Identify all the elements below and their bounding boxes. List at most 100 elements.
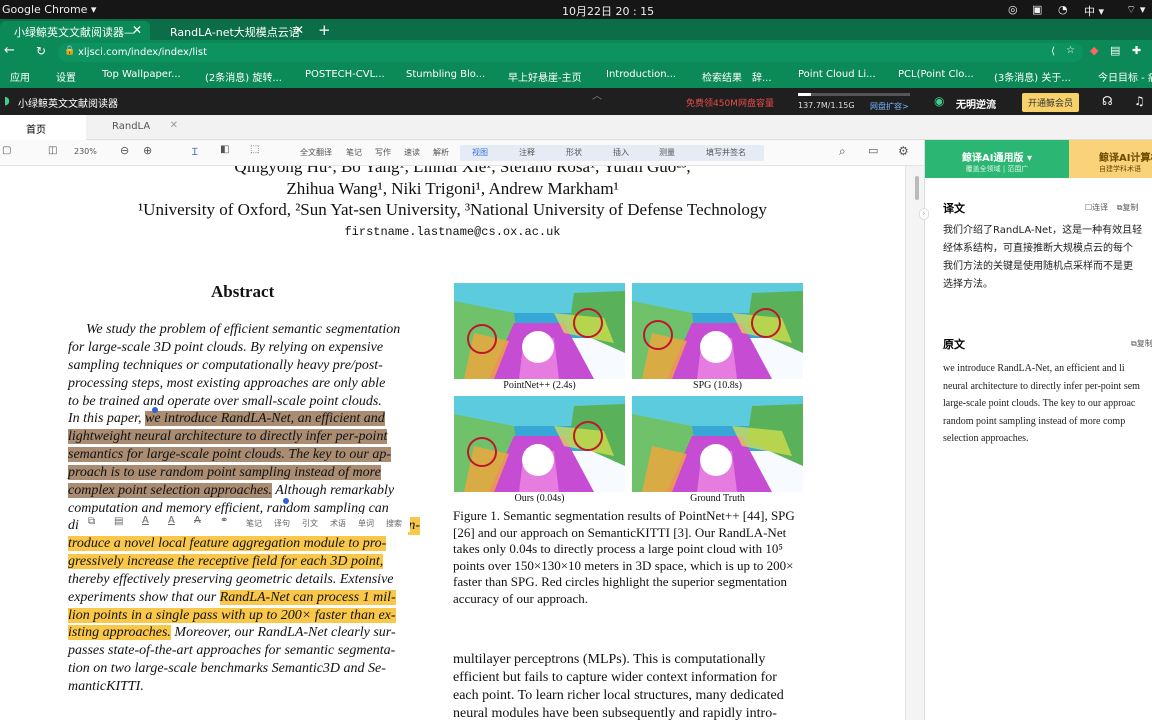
toolbar-item[interactable]: 测量	[659, 147, 675, 158]
bookmark[interactable]: Introduction...	[606, 69, 676, 80]
ime-indicator[interactable]: 中 ▾	[1084, 3, 1104, 19]
bookmark[interactable]: (3条消息) 关于...	[994, 69, 1071, 84]
highlight-selection[interactable]: lightweight neural architecture to direc…	[68, 429, 388, 444]
toolbar-item[interactable]: 形状	[566, 147, 582, 158]
zoom-select[interactable]: 230%	[74, 147, 97, 156]
copy-translation-button[interactable]: 复制	[1122, 203, 1138, 212]
bookmark[interactable]: 今日目标 - 痛	[1098, 69, 1152, 84]
popup-item[interactable]: 单词	[358, 518, 374, 529]
chevron-right-icon[interactable]: ›	[919, 208, 929, 220]
bookmark[interactable]: 设置	[56, 69, 76, 84]
headset-icon[interactable]: ☊	[1102, 94, 1113, 108]
selection-handle-start[interactable]	[152, 407, 158, 413]
bookmark[interactable]: Top Wallpaper...	[102, 69, 181, 80]
toolbar-item[interactable]: 写作	[375, 147, 391, 158]
doc-tab-home[interactable]: 首页	[0, 115, 86, 140]
popup-item[interactable]: 译句	[274, 518, 290, 529]
sidebar-toggle-icon[interactable]: ▢	[2, 145, 11, 156]
close-icon[interactable]: ✕	[294, 23, 304, 37]
translator-tab-cs[interactable]: 鲸译AI计算机 自建学科术语	[1069, 140, 1152, 178]
bookmark[interactable]: Point Cloud Li...	[798, 69, 876, 80]
avatar[interactable]: ◉	[934, 94, 944, 108]
bookmark[interactable]: 早上好悬崖-主页	[508, 69, 582, 84]
selection-handle-end[interactable]	[283, 498, 289, 504]
browser-tab-2[interactable]: RandLA-net大规模点云语 ✕	[156, 21, 312, 40]
url-field[interactable]: 🔒 xljsci.com/index/index/list ⟨ ☆	[58, 43, 1083, 62]
highlight-icon[interactable]: A	[168, 515, 175, 526]
highlight-yellow[interactable]: n-	[408, 517, 420, 535]
highlight-selection[interactable]: we introduce RandLA-Net, an efficient an…	[145, 411, 385, 426]
link-icon[interactable]: ⚭	[220, 515, 228, 526]
bookmark[interactable]: (2条消息) 旋转...	[205, 69, 282, 84]
highlight-yellow[interactable]: gressively increase the receptive field …	[68, 554, 384, 569]
highlight-yellow[interactable]: troduce a novel local feature aggregatio…	[68, 536, 387, 551]
zoom-out-icon[interactable]: ⊖	[120, 144, 129, 157]
zoom-in-icon[interactable]: ⊕	[143, 144, 152, 157]
strikethrough-icon[interactable]: A	[194, 515, 201, 526]
share-icon[interactable]: ⟨	[1051, 46, 1055, 57]
highlight-selection[interactable]: proach is to use random point sampling i…	[68, 465, 381, 480]
chevron-up-icon[interactable]: ︿	[592, 87, 602, 102]
highlight-yellow[interactable]: isting approaches.	[68, 625, 171, 640]
vertical-scrollbar[interactable]: ⋮	[905, 166, 929, 720]
tray-icon-3[interactable]: ◔	[1058, 3, 1068, 16]
expand-storage-link[interactable]: 网盘扩容>	[870, 101, 909, 112]
close-icon[interactable]: ✕	[132, 23, 142, 37]
promo-text[interactable]: 免费领450M网盘容量	[686, 96, 774, 109]
puzzle-icon[interactable]: ✚	[1132, 44, 1141, 57]
extension-icon[interactable]: ◆	[1090, 44, 1098, 57]
highlight-yellow[interactable]: RandLA-Net can process 1 mil-	[219, 590, 396, 605]
bookmark[interactable]: 辞...	[752, 69, 772, 84]
underline-icon[interactable]: A	[142, 515, 149, 526]
bookmark[interactable]: POSTECH-CVL...	[305, 69, 385, 80]
copy-icon[interactable]: ⧉	[88, 516, 95, 527]
tray-icon-2[interactable]: ▣	[1032, 3, 1042, 16]
username[interactable]: 无明逆流	[956, 96, 996, 111]
toolbar-item[interactable]: 注释	[519, 147, 535, 158]
doc-tab-randla[interactable]: RandLA ✕	[86, 115, 186, 140]
bell-icon[interactable]: ♫	[1134, 94, 1145, 108]
toolbar-item[interactable]: 填写并签名	[706, 147, 746, 158]
os-app-menu[interactable]: Google Chrome ▾	[2, 3, 96, 16]
bookmark[interactable]: PCL(Point Clo...	[898, 69, 974, 80]
chat-icon[interactable]: ▭	[868, 144, 878, 157]
vip-button[interactable]: 开通鲸会员	[1022, 93, 1080, 112]
new-tab-icon[interactable]: +	[314, 21, 334, 40]
gear-icon[interactable]: ⚙	[898, 144, 909, 158]
translator-tab-general[interactable]: 鲸译AI通用版 ▾ 覆盖全领域 | 范围广	[925, 140, 1069, 178]
tray-icon[interactable]: ◎	[1008, 3, 1018, 16]
bookmark[interactable]: 检索结果	[702, 69, 742, 84]
toolbar-item[interactable]: 视图	[472, 147, 488, 158]
wifi-icon[interactable]: ⌔ ▾	[1126, 3, 1145, 17]
toolbar-item[interactable]: 笔记	[346, 147, 362, 158]
bookmark-star-icon[interactable]: ☆	[1066, 45, 1075, 56]
search-icon[interactable]: ⌕	[839, 144, 846, 159]
popup-item[interactable]: 引文	[302, 518, 318, 529]
note-icon[interactable]: ▤	[114, 516, 123, 527]
continuous-translate-option[interactable]: 连译	[1092, 203, 1108, 212]
page-icon[interactable]: ◫	[48, 145, 57, 156]
highlight-selection[interactable]: semantics for large-scale point clouds. …	[68, 447, 391, 462]
pdf-viewer[interactable]: Qingyong Hu¹, Bo Yang¹, Linhai Xie¹, Ste…	[0, 166, 905, 720]
screenshot-icon[interactable]: ⬚	[250, 144, 259, 155]
close-icon[interactable]: ✕	[170, 120, 178, 131]
two-page-icon[interactable]: ◧	[220, 144, 229, 155]
os-clock[interactable]: 10月22日 20 : 15	[562, 3, 654, 19]
highlight-yellow[interactable]: lion points in a single pass with up to …	[68, 608, 396, 623]
bookmark[interactable]: 应用	[10, 69, 30, 84]
bookmark[interactable]: Stumbling Blo...	[406, 69, 485, 80]
toolbar-item[interactable]: 速读	[404, 147, 420, 158]
toolbar-item[interactable]: 插入	[613, 147, 629, 158]
highlight-selection[interactable]: complex point selection approaches.	[68, 483, 272, 498]
popup-item[interactable]: 术语	[330, 518, 346, 529]
back-icon[interactable]: ←	[4, 43, 15, 58]
toolbar-item[interactable]: 解析	[433, 147, 449, 158]
browser-tab-1[interactable]: 小绿鲸英文文献阅读器— ✕	[0, 21, 150, 40]
scrollbar-thumb[interactable]	[915, 176, 919, 200]
copy-original-button[interactable]: ⧉复制	[1131, 338, 1152, 349]
extension-icon-2[interactable]: ▤	[1110, 44, 1120, 57]
toolbar-item[interactable]: 全文翻译	[300, 147, 332, 158]
text-select-icon[interactable]: Ɪ	[192, 144, 198, 158]
popup-item[interactable]: 笔记	[246, 518, 262, 529]
popup-item[interactable]: 搜索	[386, 518, 402, 529]
